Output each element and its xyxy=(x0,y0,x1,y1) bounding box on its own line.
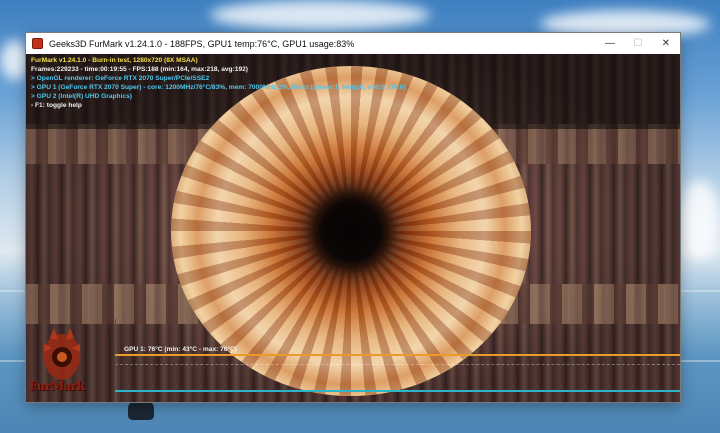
osd-frames-line: Frames:229233 - time:00:19:55 - FPS:188 … xyxy=(31,66,248,73)
osd-info-panel: FurMark v1.24.1.0 - Burn-in test, 1280x7… xyxy=(31,56,406,110)
graph-gridline xyxy=(115,364,680,365)
osd-gpu2-line: > GPU 2 (Intel(R) UHD Graphics) xyxy=(31,93,132,100)
furmark-window: Geeks3D FurMark v1.24.1.0 - 188FPS, GPU1… xyxy=(26,33,680,402)
close-button[interactable]: ✕ xyxy=(652,33,680,54)
title-bar[interactable]: Geeks3D FurMark v1.24.1.0 - 188FPS, GPU1… xyxy=(26,33,680,54)
graph-x-axis xyxy=(115,390,680,392)
render-viewport[interactable]: FurMark v1.24.1.0 - Burn-in test, 1280x7… xyxy=(26,54,680,402)
osd-version-line: FurMark v1.24.1.0 - Burn-in test, 1280x7… xyxy=(31,57,198,64)
minimize-button[interactable]: — xyxy=(596,33,624,54)
osd-help-hint: - F1: toggle help xyxy=(31,102,82,109)
person-silhouette xyxy=(128,400,154,420)
gpu-temperature-label: GPU 1: 76°C (min: 43°C - max: 76°C) xyxy=(124,346,238,353)
window-title: Geeks3D FurMark v1.24.1.0 - 188FPS, GPU1… xyxy=(49,38,355,49)
furmark-app-icon[interactable] xyxy=(32,38,43,49)
gpu-temperature-line xyxy=(115,354,680,356)
cloud xyxy=(210,0,430,30)
window-controls: — ☐ ✕ xyxy=(596,33,680,54)
cloud xyxy=(680,180,720,260)
osd-gpu1-line: > GPU 1 (GeForce RTX 2070 Super) - core:… xyxy=(31,84,406,91)
maximize-button[interactable]: ☐ xyxy=(624,33,652,54)
furmark-logo-text: FurMark xyxy=(29,379,85,393)
osd-renderer-line: > OpenGL renderer: GeForce RTX 2070 Supe… xyxy=(31,75,210,82)
